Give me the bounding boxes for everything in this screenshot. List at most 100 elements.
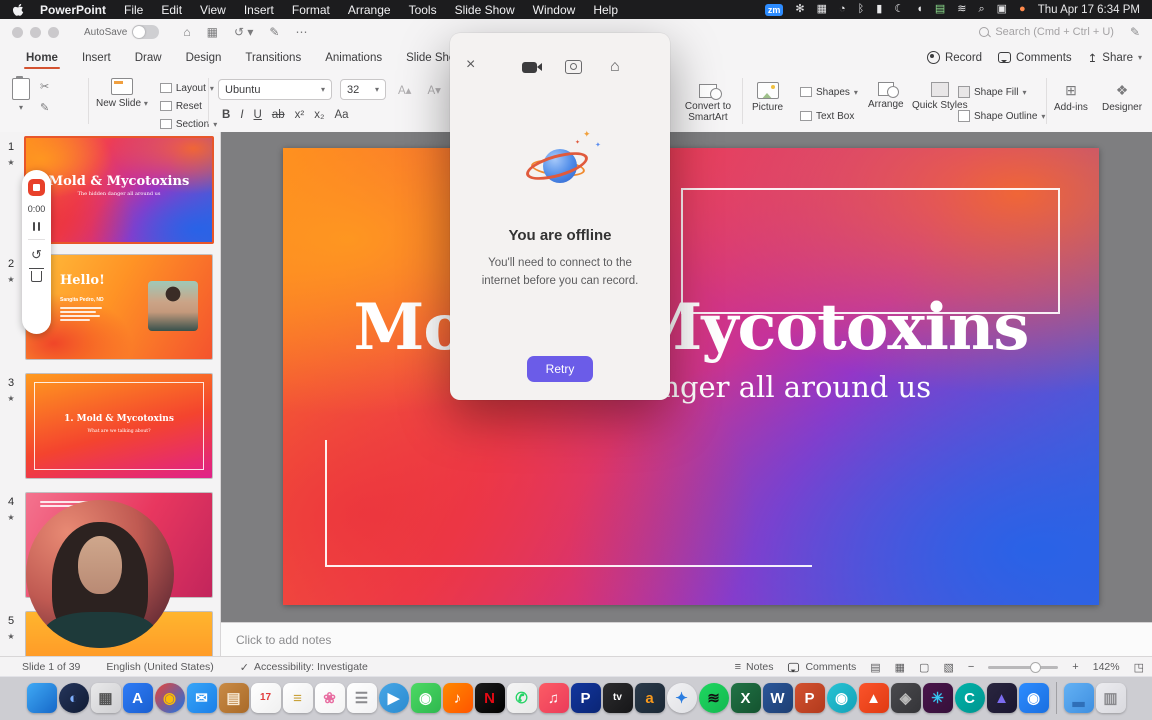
- shapes-button[interactable]: Shapes ▾: [800, 84, 858, 100]
- menu-item-format[interactable]: Format: [283, 3, 339, 17]
- bluetooth-icon[interactable]: ᛒ: [858, 4, 865, 15]
- timer-icon[interactable]: ◔: [839, 4, 846, 15]
- trash-dock-icon[interactable]: ▥: [1095, 683, 1126, 713]
- reminders-dock-icon[interactable]: ☰: [346, 683, 377, 713]
- apple-tv-dock-icon[interactable]: tv: [602, 683, 633, 713]
- strikethrough-button[interactable]: ab: [268, 109, 289, 121]
- menu-item-insert[interactable]: Insert: [235, 3, 283, 17]
- safari-dock-icon[interactable]: ✦: [666, 683, 697, 713]
- more-icon[interactable]: ⋯: [295, 25, 307, 39]
- thumbnail-image[interactable]: Hello! Sangita Pedro, ND: [25, 254, 213, 360]
- superscript-button[interactable]: x²: [291, 109, 309, 121]
- slack-dock-icon[interactable]: ✳: [922, 683, 953, 713]
- close-icon[interactable]: ×: [466, 57, 475, 73]
- window-zoom-button[interactable]: [48, 26, 59, 38]
- normal-view-icon[interactable]: ▤: [870, 661, 880, 674]
- menu-item-help[interactable]: Help: [584, 3, 627, 17]
- whatsapp-dock-icon[interactable]: ✆: [506, 683, 537, 713]
- keyboard-icon[interactable]: ▤: [935, 4, 945, 15]
- format-painter-icon[interactable]: ✎: [40, 101, 49, 114]
- facetime-dock-icon[interactable]: ◉: [410, 683, 441, 713]
- decrease-font-icon[interactable]: A▾: [423, 83, 444, 97]
- convert-to-smartart-button[interactable]: Convert to SmartArt: [682, 84, 734, 123]
- arrange-button[interactable]: Arrange: [868, 82, 904, 110]
- increase-font-icon[interactable]: A▴: [394, 83, 415, 97]
- teal-circle-app-dock-icon[interactable]: ◉: [826, 683, 857, 713]
- calendar-dock-icon[interactable]: 17: [250, 683, 281, 713]
- slide-indicator[interactable]: Slide 1 of 39: [22, 661, 80, 673]
- menu-item-view[interactable]: View: [191, 3, 235, 17]
- tab-insert[interactable]: Insert: [70, 49, 123, 67]
- home-icon[interactable]: ⌂: [183, 25, 190, 39]
- record-button[interactable]: Record: [926, 51, 982, 64]
- font-name-select[interactable]: Ubuntu ▾: [218, 79, 332, 100]
- tab-animations[interactable]: Animations: [313, 49, 394, 67]
- text-box-button[interactable]: Text Box: [800, 108, 858, 124]
- window-close-button[interactable]: [12, 26, 23, 38]
- menu-item-file[interactable]: File: [115, 3, 152, 17]
- language-indicator[interactable]: English (United States): [106, 661, 213, 673]
- underline-button[interactable]: U: [250, 109, 266, 121]
- shape-outline-button[interactable]: Shape Outline ▾: [958, 108, 1045, 124]
- thumbnail-image[interactable]: 1. Mold & Mycotoxins What are we talking…: [25, 373, 213, 479]
- menu-item-window[interactable]: Window: [524, 3, 585, 17]
- paste-button[interactable]: ▾: [12, 76, 30, 140]
- cut-icon[interactable]: ✂: [40, 80, 49, 93]
- zoom-slider[interactable]: [988, 661, 1059, 673]
- launchpad-dock-icon[interactable]: ▦: [90, 683, 121, 713]
- home-icon[interactable]: ⌂: [610, 59, 620, 75]
- autosave-toggle[interactable]: [132, 25, 160, 39]
- notes-app-dock-icon[interactable]: ≡: [282, 683, 313, 713]
- search-field[interactable]: Search (Cmd + Ctrl + U): [979, 26, 1114, 38]
- new-slide-button[interactable]: New Slide ▾: [96, 78, 148, 140]
- paypal-dock-icon[interactable]: P: [570, 683, 601, 713]
- powerpoint-dock-icon[interactable]: P: [794, 683, 825, 713]
- zoom-slider-knob[interactable]: [1030, 661, 1042, 673]
- downloads-folder-dock-icon[interactable]: ▂: [1063, 683, 1094, 713]
- picture-button[interactable]: Picture: [752, 82, 783, 113]
- tab-draw[interactable]: Draw: [123, 49, 174, 67]
- menu-item-arrange[interactable]: Arrange: [339, 3, 400, 17]
- finder-dock-icon[interactable]: [26, 683, 57, 713]
- apple-menu-icon[interactable]: [12, 3, 25, 16]
- font-size-select[interactable]: 32 ▾: [340, 79, 386, 100]
- menu-item-edit[interactable]: Edit: [152, 3, 191, 17]
- notes-pane[interactable]: Click to add notes: [221, 622, 1152, 657]
- zoom-dock-icon[interactable]: ◉: [1018, 683, 1049, 713]
- webcam-preview[interactable]: [26, 500, 174, 648]
- search-icon[interactable]: ⌕: [978, 4, 984, 15]
- slideshow-icon[interactable]: ▧: [943, 661, 953, 674]
- reading-view-icon[interactable]: ▢: [919, 661, 929, 674]
- bold-button[interactable]: B: [218, 109, 234, 121]
- pause-icon[interactable]: [32, 222, 41, 231]
- menu-item-powerpoint[interactable]: PowerPoint: [31, 3, 115, 17]
- comments-button[interactable]: Comments: [998, 52, 1072, 64]
- shape-fill-button[interactable]: Shape Fill ▾: [958, 84, 1045, 100]
- slide-sorter-icon[interactable]: ▦: [895, 661, 905, 674]
- gray-app-dock-icon[interactable]: ◈: [890, 683, 921, 713]
- restart-icon[interactable]: ↺: [31, 248, 42, 261]
- undo-icon[interactable]: ↺ ▾: [234, 25, 253, 39]
- tab-design[interactable]: Design: [174, 49, 234, 67]
- compose-icon[interactable]: ✎: [1130, 25, 1140, 39]
- fit-to-window-icon[interactable]: ◳: [1134, 661, 1144, 674]
- add-ins-button[interactable]: ⊞ Add-ins: [1054, 82, 1088, 113]
- window-minimize-button[interactable]: [30, 26, 41, 38]
- share-button[interactable]: ↥ Share ▾: [1088, 51, 1142, 65]
- display-icon[interactable]: ▣: [997, 4, 1007, 15]
- camtasia-dock-icon[interactable]: C: [954, 683, 985, 713]
- zoom-in-icon[interactable]: +: [1072, 661, 1078, 673]
- italic-button[interactable]: I: [236, 109, 247, 121]
- affinity-dock-icon[interactable]: ▲: [986, 683, 1017, 713]
- photos-dock-icon[interactable]: ❀: [314, 683, 345, 713]
- audio-icon[interactable]: ◖: [916, 4, 923, 15]
- designer-button[interactable]: ❖ Designer: [1102, 82, 1142, 113]
- audible-dock-icon[interactable]: a: [634, 683, 665, 713]
- soundcloud-dock-icon[interactable]: ♪: [442, 683, 473, 713]
- battery-icon[interactable]: ▮: [876, 4, 882, 15]
- menu-item-tools[interactable]: Tools: [400, 3, 446, 17]
- video-camera-icon[interactable]: [522, 61, 542, 73]
- chrome-dock-icon[interactable]: ◉: [154, 683, 185, 713]
- zoom-menubar-icon[interactable]: zm: [764, 3, 784, 16]
- grid-icon[interactable]: ▦: [207, 25, 218, 39]
